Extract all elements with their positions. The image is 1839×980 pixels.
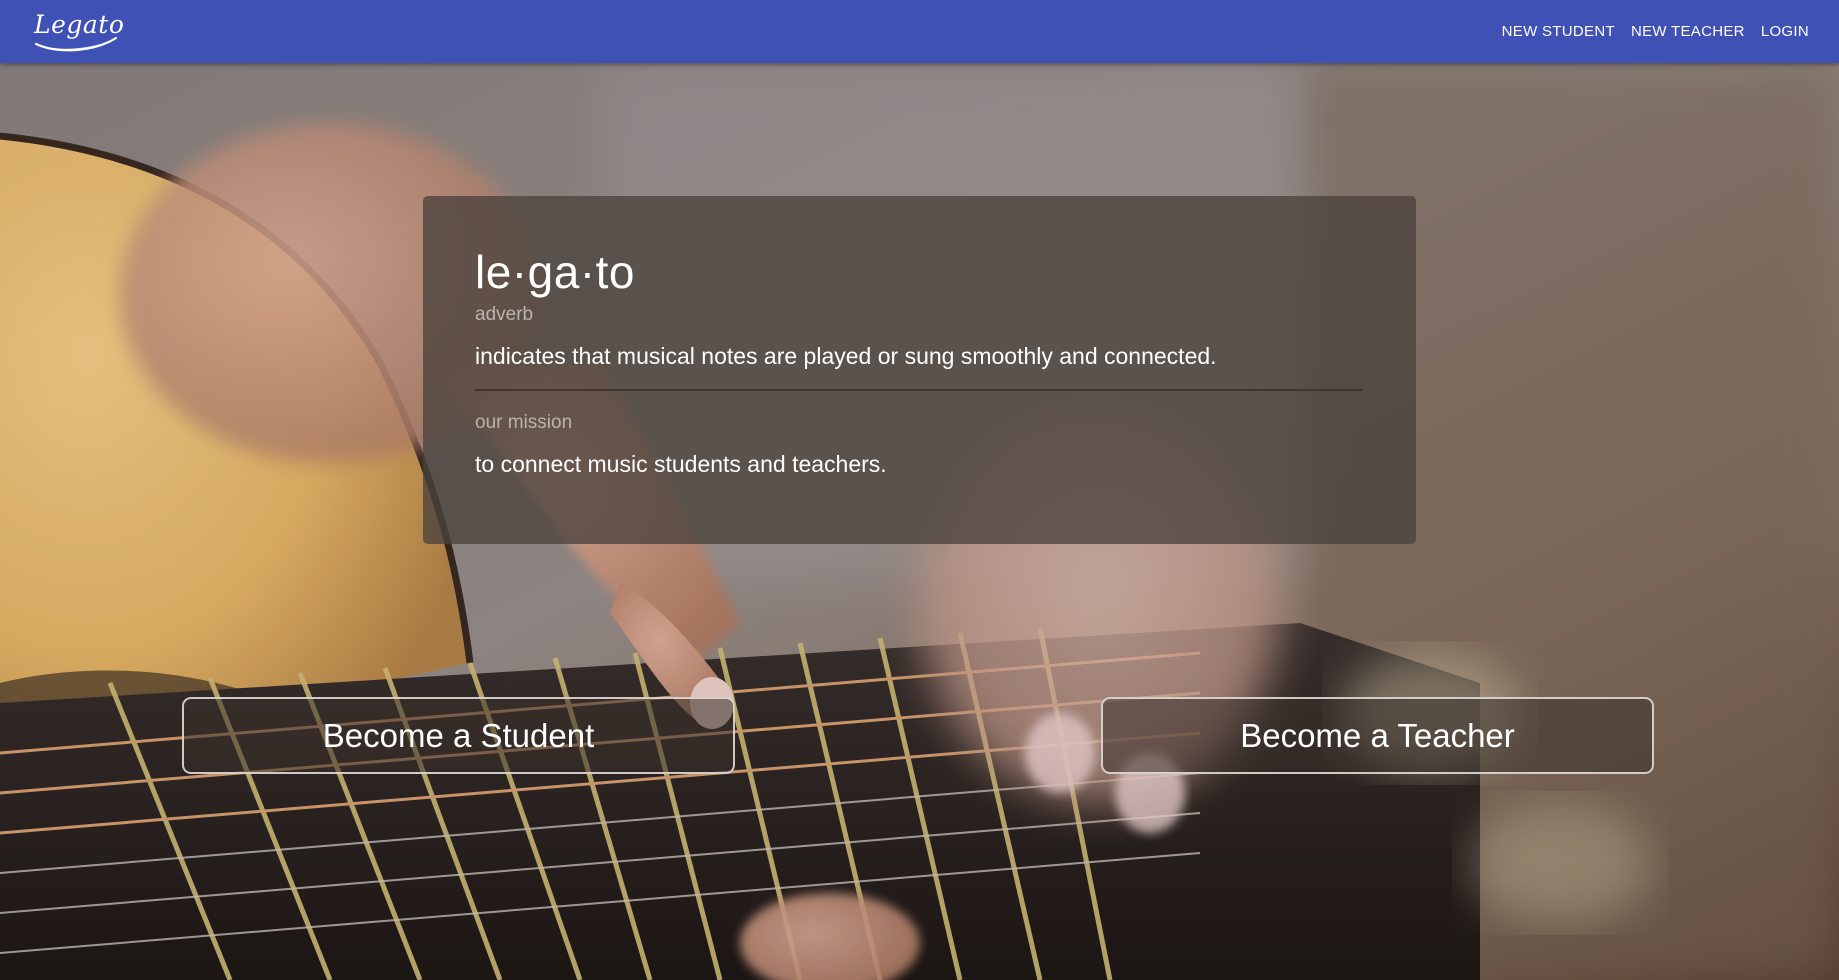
definition-card: le·ga·to adverb indicates that musical n… [423, 196, 1416, 544]
nav-new-teacher[interactable]: NEW TEACHER [1631, 17, 1745, 46]
mission-label: our mission [475, 412, 573, 433]
card-divider [475, 389, 1363, 391]
definition-text: indicates that musical notes are played … [475, 343, 1217, 369]
definition-word: le·ga·to [475, 246, 635, 298]
landing-page: Legato NEW STUDENT NEW TEACHER LOGIN le·… [0, 0, 1839, 980]
top-nav: NEW STUDENT NEW TEACHER LOGIN [1502, 0, 1809, 63]
nav-login[interactable]: LOGIN [1761, 17, 1809, 46]
become-student-button[interactable]: Become a Student [182, 697, 735, 774]
nav-new-student[interactable]: NEW STUDENT [1502, 17, 1615, 46]
part-of-speech: adverb [475, 304, 534, 325]
mission-text: to connect music students and teachers. [475, 451, 887, 477]
logo-wordmark: Legato [34, 10, 125, 39]
become-teacher-button[interactable]: Become a Teacher [1101, 697, 1654, 774]
legato-logo[interactable]: Legato [30, 8, 124, 52]
top-app-bar: Legato NEW STUDENT NEW TEACHER LOGIN [0, 0, 1839, 63]
